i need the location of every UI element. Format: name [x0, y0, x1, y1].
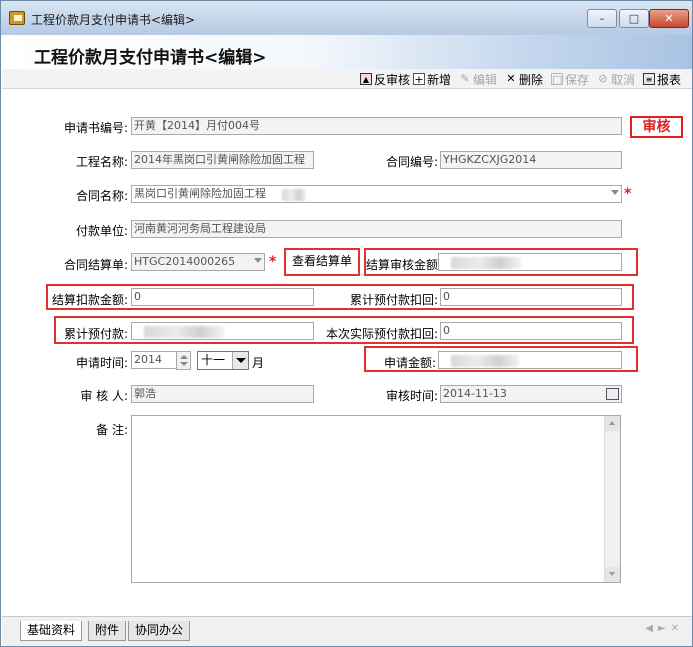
- report-button[interactable]: ≡ 报表: [643, 71, 681, 87]
- actual-advance-label: 本次实际预付款扣回:: [325, 327, 438, 341]
- settlement-label: 合同结算单:: [63, 258, 128, 272]
- settlement-value: HTGC2014000265: [134, 255, 236, 268]
- minimize-button[interactable]: –: [587, 9, 617, 28]
- audit-amount-label: 结算审核金额:: [366, 258, 443, 272]
- notes-textarea[interactable]: [131, 415, 621, 583]
- close-button[interactable]: ✕: [649, 9, 689, 28]
- tab-basic-info[interactable]: 基础资料: [20, 621, 83, 641]
- redacted-text: [451, 355, 519, 367]
- year-spinner[interactable]: [176, 351, 191, 370]
- app-window: 工程价款月支付申请书<编辑> – □ ✕ 工程价款月支付申请书<编辑> ▲ 反审…: [0, 0, 693, 647]
- project-name-field[interactable]: 2014年黑岗口引黄闸除险加固工程: [131, 151, 314, 169]
- chevron-down-icon[interactable]: [611, 190, 619, 195]
- required-star: *: [269, 254, 277, 270]
- apply-amount-label: 申请金额:: [383, 356, 436, 370]
- edit-button[interactable]: ✎ 编辑: [459, 71, 497, 87]
- scroll-up-icon[interactable]: [605, 416, 620, 431]
- actual-advance-field[interactable]: 0: [440, 322, 622, 340]
- add-button[interactable]: + 新增: [413, 71, 451, 87]
- app-no-label: 申请书编号:: [63, 121, 128, 135]
- audit-time-label: 审核时间:: [385, 389, 438, 403]
- contract-name-select[interactable]: 黑岗口引黄闸除险加固工程: [131, 185, 622, 203]
- apply-time-label: 申请时间:: [75, 356, 128, 370]
- tab-nav-arrows[interactable]: ◀►✕: [645, 623, 684, 634]
- page-title: 工程价款月支付申请书<编辑>: [34, 48, 267, 68]
- chevron-down-icon[interactable]: [254, 258, 262, 263]
- apply-month-select[interactable]: 十一: [197, 351, 249, 370]
- tab-attachments[interactable]: 附件: [88, 621, 127, 641]
- advance-total-field[interactable]: [131, 322, 314, 340]
- calendar-icon[interactable]: [606, 388, 619, 400]
- redacted-text: [282, 189, 306, 201]
- project-name-label: 工程名称:: [75, 155, 128, 169]
- apply-year-field[interactable]: 2014: [131, 351, 177, 369]
- cancel-icon: ⊘: [598, 72, 608, 85]
- bottom-tab-bar: 基础资料 附件 协同办公 ◀►✕: [2, 616, 692, 646]
- contract-no-field[interactable]: YHGKZCXJG2014: [440, 151, 622, 169]
- delete-label: 删除: [519, 72, 544, 87]
- redacted-text: [144, 326, 224, 338]
- save-button[interactable]: □ 保存: [551, 71, 589, 87]
- deduct-amount-field[interactable]: 0: [131, 288, 314, 306]
- audit-time-field[interactable]: 2014-11-13: [440, 385, 622, 403]
- report-icon: ≡: [643, 73, 655, 85]
- app-no-field[interactable]: 开黄【2014】月付004号: [131, 117, 622, 135]
- chevron-down-icon[interactable]: [232, 352, 248, 369]
- advance-deduct-field[interactable]: 0: [440, 288, 622, 306]
- window-title: 工程价款月支付申请书<编辑>: [31, 13, 196, 27]
- redacted-text: [451, 257, 521, 269]
- toolbar: ▲ 反审核 + 新增 ✎ 编辑 ✕ 删除 □ 保存 ⊘ 取消 ≡ 报表: [2, 69, 692, 89]
- unaudit-icon: ▲: [360, 73, 372, 85]
- edit-icon: ✎: [460, 72, 470, 85]
- add-doc-icon: +: [413, 73, 425, 86]
- title-bar[interactable]: 工程价款月支付申请书<编辑> – □ ✕: [1, 1, 692, 35]
- notes-label: 备 注:: [96, 423, 128, 437]
- notes-scrollbar[interactable]: [604, 416, 620, 582]
- deduct-amount-label: 结算扣款金额:: [51, 293, 128, 307]
- delete-x-icon: ✕: [506, 72, 516, 85]
- contract-name-value: 黑岗口引黄闸除险加固工程: [134, 187, 266, 200]
- scroll-down-icon[interactable]: [605, 567, 620, 582]
- required-star: *: [624, 186, 632, 202]
- edit-label: 编辑: [473, 72, 498, 87]
- payer-field[interactable]: 河南黄河河务局工程建设局: [131, 220, 622, 238]
- apply-amount-field[interactable]: [438, 351, 622, 369]
- delete-button[interactable]: ✕ 删除: [505, 71, 543, 87]
- contract-no-label: 合同编号:: [385, 155, 438, 169]
- view-settlement-button[interactable]: 查看结算单: [286, 250, 358, 274]
- month-unit-label: 月: [252, 356, 265, 370]
- form-area: 申请书编号: 开黄【2014】月付004号 审核 工程名称: 2014年黑岗口引…: [2, 89, 692, 616]
- maximize-button[interactable]: □: [619, 9, 649, 28]
- apply-month-value: 十一: [201, 353, 226, 367]
- contract-name-label: 合同名称:: [75, 189, 128, 203]
- header-banner: 工程价款月支付申请书<编辑>: [2, 35, 692, 69]
- tab-collaboration[interactable]: 协同办公: [128, 621, 191, 641]
- cancel-button[interactable]: ⊘ 取消: [597, 71, 635, 87]
- app-icon: [9, 11, 25, 25]
- save-icon: □: [551, 73, 563, 86]
- payer-label: 付款单位:: [75, 224, 128, 238]
- settlement-select[interactable]: HTGC2014000265: [131, 253, 265, 271]
- advance-total-label: 累计预付款:: [63, 327, 128, 341]
- cancel-label: 取消: [611, 72, 636, 87]
- unaudit-button[interactable]: ▲ 反审核: [360, 71, 410, 87]
- unaudit-label: 反审核: [374, 72, 411, 87]
- report-label: 报表: [657, 72, 682, 87]
- audit-time-value: 2014-11-13: [443, 387, 507, 400]
- auditor-field[interactable]: 郭浩: [131, 385, 314, 403]
- audit-stamp: 审核: [630, 116, 683, 138]
- auditor-label: 审 核 人:: [80, 389, 128, 403]
- advance-deduct-label: 累计预付款扣回:: [349, 293, 438, 307]
- save-label: 保存: [565, 72, 590, 87]
- audit-amount-field[interactable]: [438, 253, 622, 271]
- add-label: 新增: [427, 72, 452, 87]
